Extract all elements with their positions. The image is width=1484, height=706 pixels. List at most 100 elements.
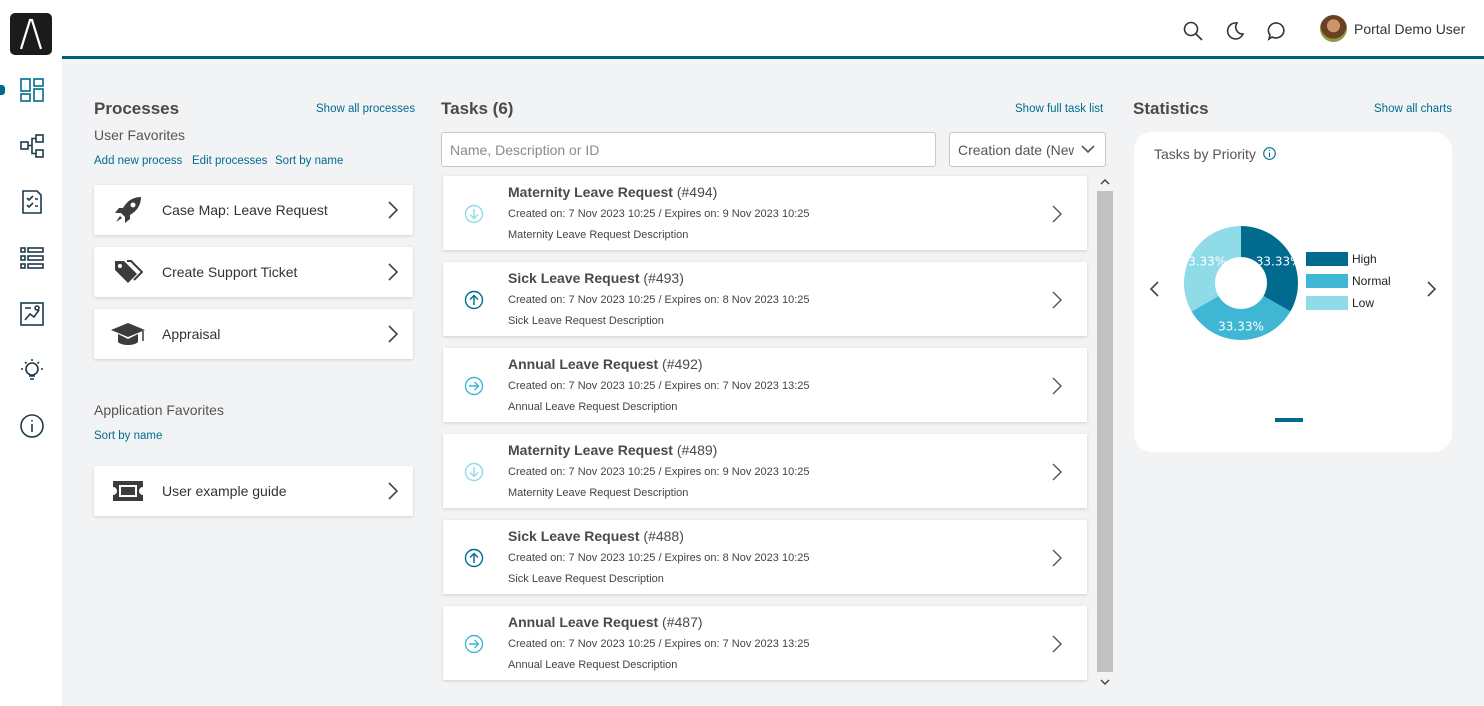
- info-icon[interactable]: [18, 412, 46, 440]
- scroll-down-icon[interactable]: [1100, 678, 1110, 686]
- chevron-right-icon: [1052, 463, 1062, 481]
- priority-high-icon: [464, 290, 484, 310]
- rocket-icon: [94, 195, 162, 225]
- task-description: Annual Leave Request Description: [508, 659, 678, 671]
- search-icon[interactable]: [1182, 20, 1204, 42]
- process-card-support-ticket[interactable]: Create Support Ticket: [94, 247, 413, 297]
- sort-selected-value: Creation date (Newest first): [958, 141, 1074, 158]
- task-title: Maternity Leave Request (#494): [508, 184, 718, 200]
- edit-processes-link[interactable]: Edit processes: [192, 155, 267, 167]
- task-row[interactable]: Annual Leave Request (#487) Created on: …: [443, 606, 1087, 680]
- chevron-right-icon: [373, 262, 413, 282]
- tasks-icon[interactable]: [18, 188, 46, 216]
- processes-icon[interactable]: [18, 132, 46, 160]
- pie-data-label: 33.33%: [1256, 254, 1300, 268]
- task-title: Sick Leave Request (#493): [508, 270, 684, 286]
- legend-swatch: [1306, 274, 1348, 288]
- chart-next-icon[interactable]: [1425, 280, 1439, 298]
- carousel-indicator[interactable]: [1275, 418, 1303, 422]
- task-row[interactable]: Annual Leave Request (#492) Created on: …: [443, 348, 1087, 422]
- priority-low-icon: [464, 462, 484, 482]
- process-label: Appraisal: [162, 326, 221, 342]
- chart-title: Tasks by Priority: [1154, 146, 1276, 162]
- add-new-process-link[interactable]: Add new process: [94, 155, 182, 167]
- legend-label: Normal: [1352, 274, 1391, 288]
- task-row[interactable]: Maternity Leave Request (#494) Created o…: [443, 176, 1087, 250]
- tags-icon: [94, 257, 162, 287]
- chevron-right-icon: [1052, 291, 1062, 309]
- show-full-task-list-link[interactable]: Show full task list: [1015, 103, 1103, 115]
- ticket-icon: [94, 479, 162, 503]
- legend-swatch: [1306, 296, 1348, 310]
- task-meta: Created on: 7 Nov 2023 10:25 / Expires o…: [508, 294, 810, 306]
- chevron-right-icon: [1052, 635, 1062, 653]
- task-description: Maternity Leave Request Description: [508, 229, 689, 241]
- sort-by-name-link[interactable]: Sort by name: [275, 155, 343, 167]
- task-title: Annual Leave Request (#487): [508, 614, 703, 630]
- legend-item-normal[interactable]: Normal: [1306, 274, 1391, 288]
- sidebar: [0, 0, 62, 706]
- moon-icon[interactable]: [1224, 20, 1246, 42]
- tasks-title: Tasks (6): [441, 99, 514, 118]
- legend-item-low[interactable]: Low: [1306, 296, 1374, 310]
- pie-slice-high[interactable]: [1241, 226, 1298, 312]
- legend-swatch: [1306, 252, 1348, 266]
- task-row[interactable]: Sick Leave Request (#493) Created on: 7 …: [443, 262, 1087, 336]
- task-meta: Created on: 7 Nov 2023 10:25 / Expires o…: [508, 466, 810, 478]
- pie-data-label: 33.33%: [1182, 254, 1226, 268]
- chart-card: Tasks by Priority 33.33% 33.33% 33.33% Hig…: [1134, 132, 1452, 452]
- legend-label: Low: [1352, 296, 1375, 310]
- process-card-appraisal[interactable]: Appraisal: [94, 309, 413, 359]
- user-name: Portal Demo User: [1354, 20, 1466, 37]
- chat-icon[interactable]: [1266, 20, 1288, 42]
- lightbulb-icon[interactable]: [18, 356, 46, 384]
- legend-item-high[interactable]: High: [1306, 252, 1377, 266]
- scroll-thumb[interactable]: [1097, 191, 1113, 672]
- task-title: Maternity Leave Request (#489): [508, 442, 718, 458]
- application-favorites-heading: Application Favorites: [94, 402, 224, 418]
- task-meta: Created on: 7 Nov 2023 10:25 / Expires o…: [508, 208, 810, 220]
- priority-normal-icon: [464, 634, 484, 654]
- app-sort-by-name-link[interactable]: Sort by name: [94, 430, 162, 442]
- show-all-processes-link[interactable]: Show all processes: [316, 103, 415, 115]
- pie-slice-low[interactable]: [1184, 226, 1241, 312]
- nav-active-marker: [0, 85, 5, 95]
- task-search-input[interactable]: [441, 132, 936, 167]
- chevron-right-icon: [373, 200, 413, 220]
- dashboard-icon[interactable]: [18, 76, 46, 104]
- statistics-title: Statistics: [1133, 99, 1209, 118]
- task-sort-dropdown[interactable]: Creation date (Newest first): [949, 132, 1106, 167]
- chevron-right-icon: [373, 324, 413, 344]
- cases-icon[interactable]: [18, 244, 46, 272]
- task-list: Maternity Leave Request (#494) Created o…: [441, 175, 1089, 690]
- task-list-scrollbar[interactable]: [1097, 175, 1113, 690]
- priority-low-icon: [464, 204, 484, 224]
- app-card-user-example-guide[interactable]: User example guide: [94, 466, 413, 516]
- user-menu[interactable]: Portal Demo User: [1320, 15, 1465, 42]
- chart-prev-icon[interactable]: [1147, 280, 1161, 298]
- task-row[interactable]: Maternity Leave Request (#489) Created o…: [443, 434, 1087, 508]
- task-meta: Created on: 7 Nov 2023 10:25 / Expires o…: [508, 552, 810, 564]
- app-label: User example guide: [162, 483, 287, 499]
- task-meta: Created on: 7 Nov 2023 10:25 / Expires o…: [508, 638, 810, 650]
- chevron-right-icon: [1052, 377, 1062, 395]
- process-card-case-map[interactable]: Case Map: Leave Request: [94, 185, 413, 235]
- chevron-right-icon: [373, 481, 413, 501]
- statistics-icon[interactable]: [18, 300, 46, 328]
- priority-high-icon: [464, 548, 484, 568]
- scroll-up-icon[interactable]: [1100, 178, 1110, 186]
- axon-logo[interactable]: [10, 13, 52, 55]
- task-row[interactable]: Sick Leave Request (#488) Created on: 7 …: [443, 520, 1087, 594]
- legend-label: High: [1352, 252, 1377, 266]
- processes-title: Processes: [94, 99, 180, 118]
- task-description: Maternity Leave Request Description: [508, 487, 689, 499]
- info-circle-icon[interactable]: [1262, 147, 1276, 160]
- chevron-down-icon: [1081, 145, 1095, 154]
- top-header: Portal Demo User: [62, 0, 1484, 59]
- graduation-cap-icon: [94, 319, 162, 349]
- chevron-right-icon: [1052, 549, 1062, 567]
- process-label: Case Map: Leave Request: [162, 202, 328, 218]
- task-meta: Created on: 7 Nov 2023 10:25 / Expires o…: [508, 380, 810, 392]
- show-all-charts-link[interactable]: Show all charts: [1374, 103, 1452, 115]
- task-description: Sick Leave Request Description: [508, 315, 664, 327]
